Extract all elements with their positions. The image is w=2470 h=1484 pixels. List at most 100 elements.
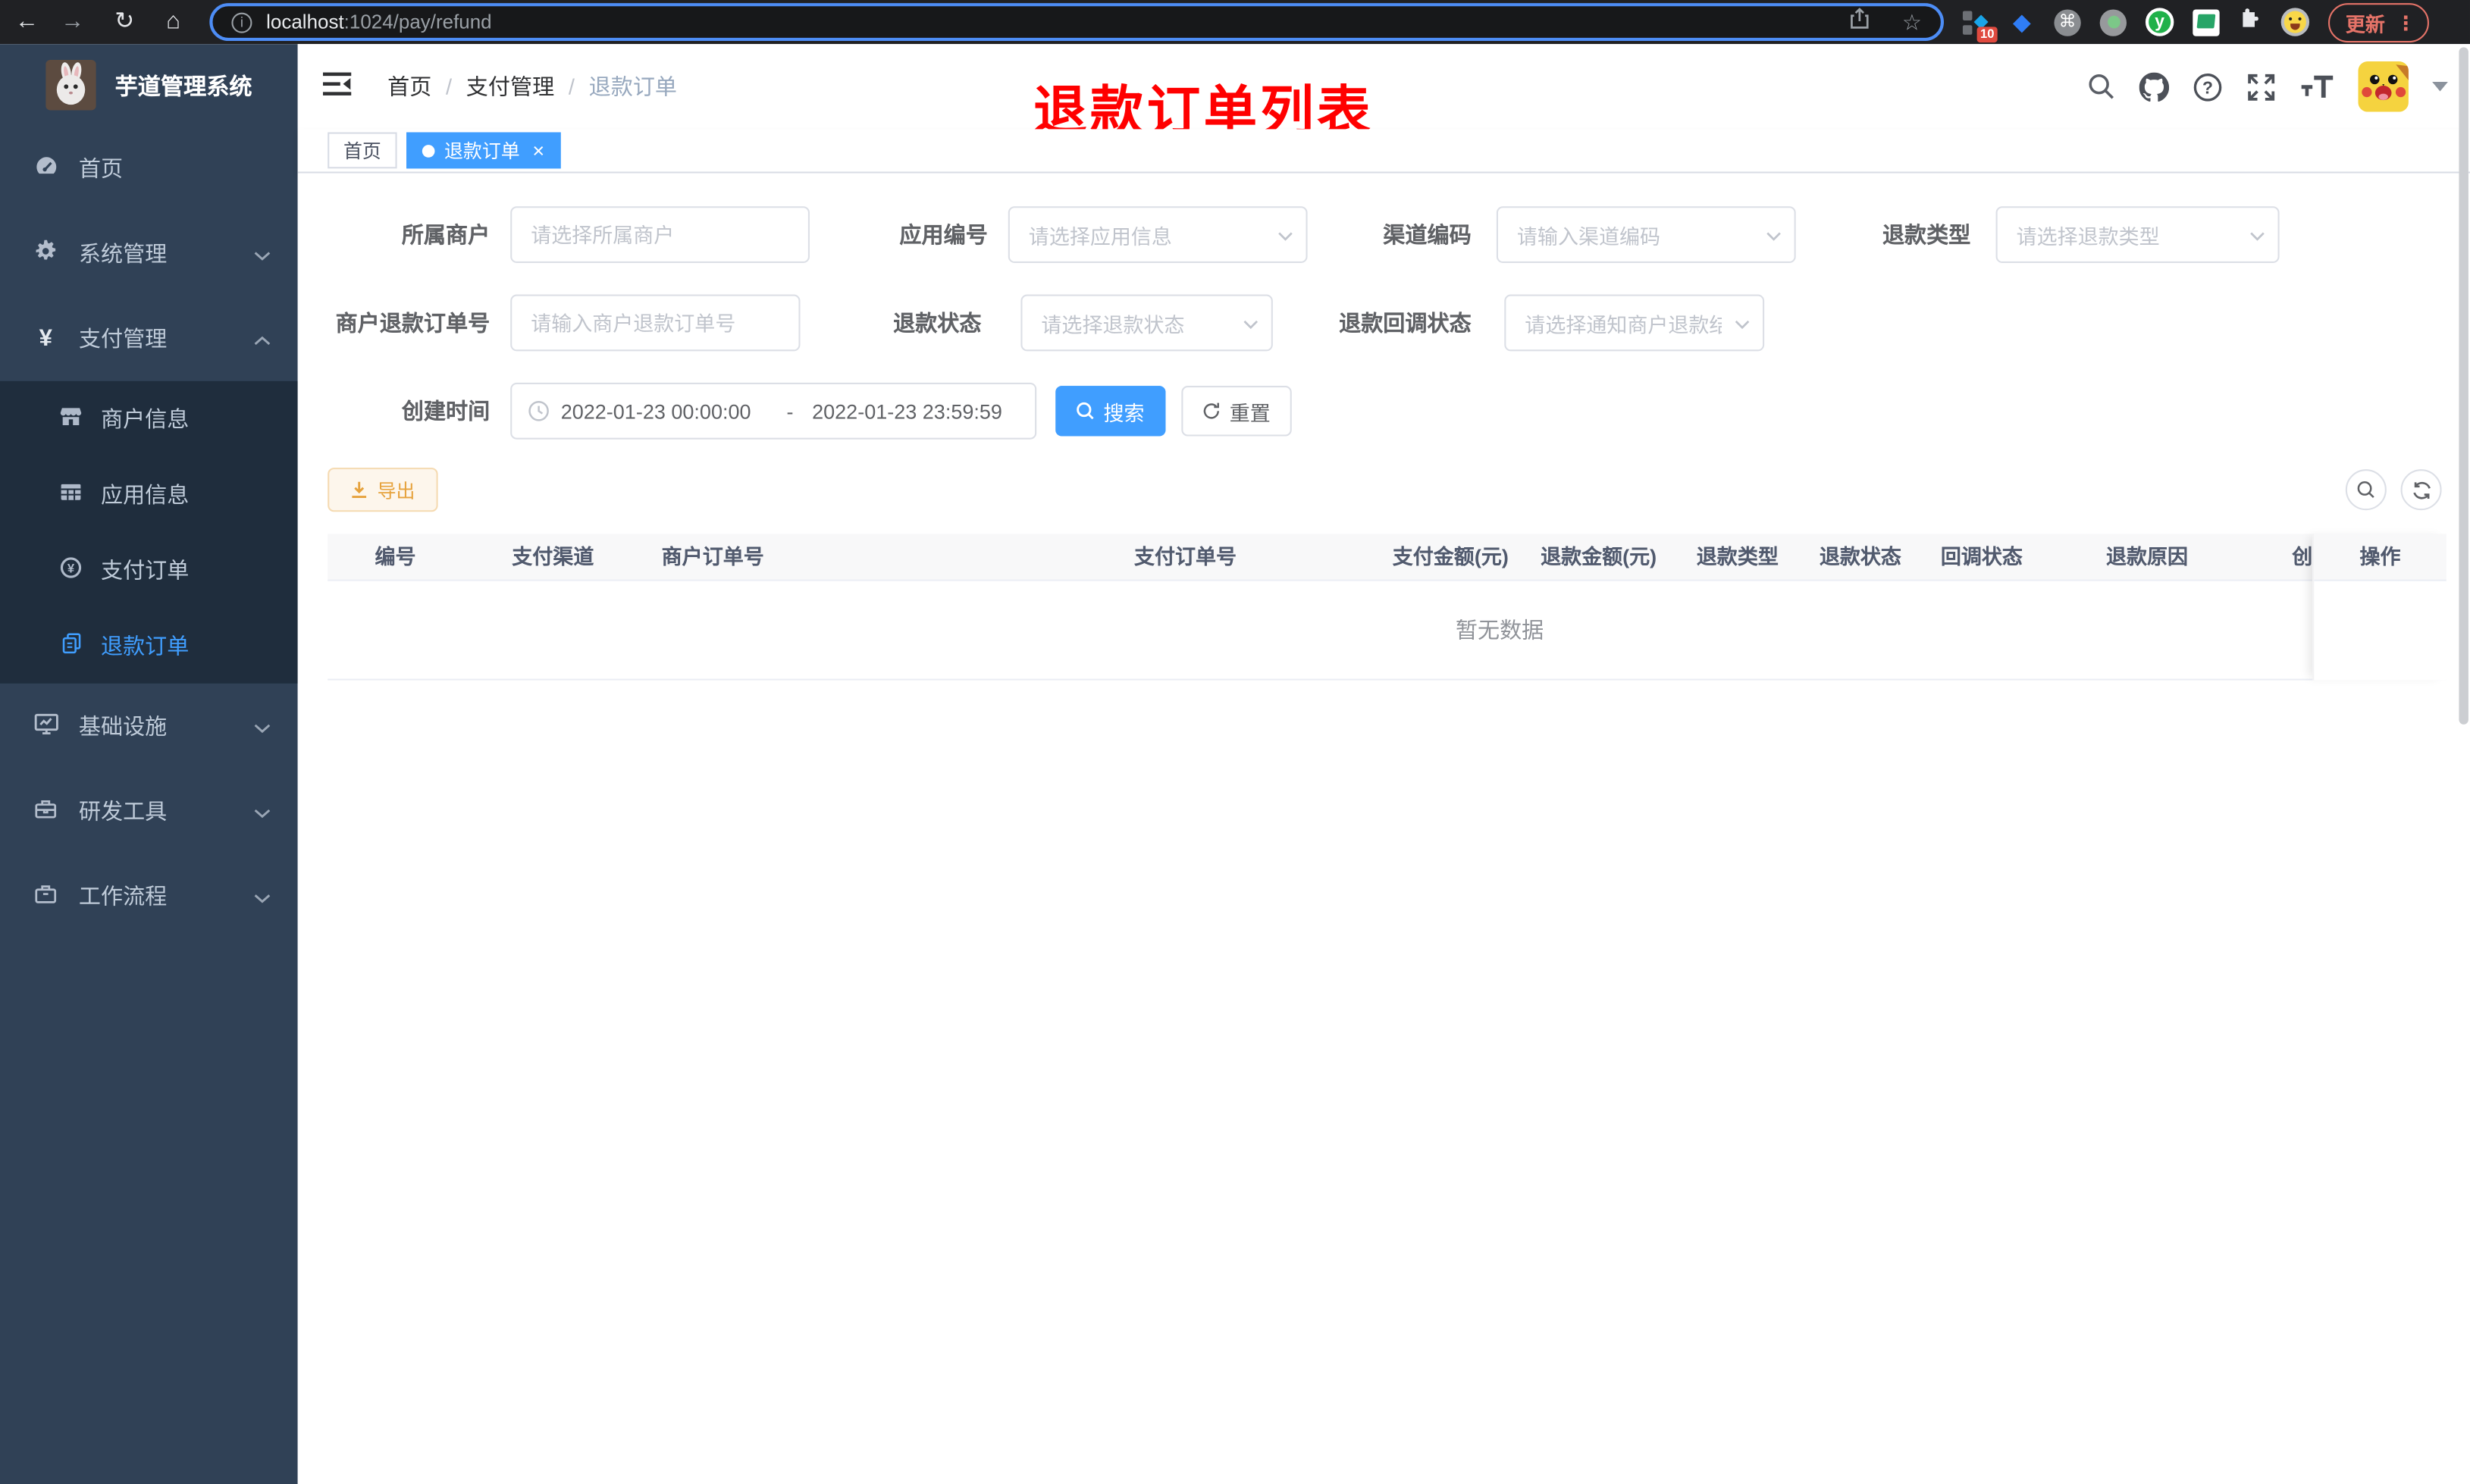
url-text: localhost:1024/pay/refund bbox=[266, 11, 492, 33]
col-merchant-order-no: 商户订单号 bbox=[661, 544, 764, 569]
address-bar[interactable]: i localhost:1024/pay/refund ☆ bbox=[209, 3, 1945, 42]
chevron-down-icon bbox=[2249, 221, 2265, 249]
reload-icon[interactable]: ↻ bbox=[104, 0, 145, 44]
filter-label-merchant: 所属商户 bbox=[401, 221, 491, 248]
create-time-range-input[interactable]: 2022-01-23 00:00:00 - 2022-01-23 23:59:5… bbox=[510, 382, 1037, 440]
sidebar-item-app-info[interactable]: 应用信息 bbox=[0, 457, 298, 533]
forward-icon[interactable]: → bbox=[52, 0, 93, 44]
breadcrumb: 首页 / 支付管理 / 退款订单 bbox=[387, 44, 677, 129]
date-start-value: 2022-01-23 00:00:00 bbox=[560, 399, 751, 423]
chevron-down-icon bbox=[254, 884, 271, 909]
briefcase-icon bbox=[32, 881, 60, 911]
show-search-toggle-button[interactable] bbox=[2345, 469, 2387, 511]
site-info-icon[interactable]: i bbox=[231, 11, 252, 33]
svg-text:¥: ¥ bbox=[67, 561, 75, 575]
filter-label-channel-code: 渠道编码 bbox=[1383, 221, 1472, 248]
filter-label-app-no: 应用编号 bbox=[899, 221, 988, 248]
sidebar-item-refund-order[interactable]: 退款订单 bbox=[0, 608, 298, 684]
app-title: 芋道管理系统 bbox=[114, 74, 252, 100]
callback-status-select[interactable]: 请选择通知商户退款结果的 bbox=[1504, 294, 1765, 352]
caret-down-icon[interactable] bbox=[2432, 82, 2448, 99]
scrollbar-thumb[interactable] bbox=[2459, 47, 2468, 725]
share-icon[interactable] bbox=[1850, 7, 1870, 36]
col-action: 操作 bbox=[2314, 534, 2446, 581]
home-icon[interactable]: ⌂ bbox=[153, 0, 194, 44]
logo-rabbit-image bbox=[45, 59, 96, 111]
refund-type-select[interactable]: 请选择退款类型 bbox=[1995, 206, 2280, 263]
breadcrumb-home[interactable]: 首页 bbox=[387, 71, 431, 103]
sidebar-item-pay-order[interactable]: ¥ 支付订单 bbox=[0, 532, 298, 608]
col-refund-status: 退款状态 bbox=[1819, 544, 1901, 569]
ext-badge: 10 bbox=[1976, 26, 1998, 42]
ext-command-icon[interactable]: ⌘ bbox=[2054, 8, 2081, 36]
search-icon[interactable] bbox=[2087, 73, 2115, 101]
yen-icon: ¥ bbox=[39, 325, 52, 352]
clock-icon bbox=[528, 400, 550, 422]
toolbox-icon bbox=[32, 796, 60, 825]
bookmark-star-icon[interactable]: ☆ bbox=[1902, 8, 1922, 35]
fixed-action-column: 操作 bbox=[2312, 534, 2446, 681]
puzzle-icon[interactable] bbox=[2239, 6, 2262, 38]
col-pay-order-no: 支付订单号 bbox=[1134, 544, 1237, 569]
ext-emoji-avatar[interactable] bbox=[2280, 8, 2310, 36]
empty-text: 暂无数据 bbox=[1455, 617, 1544, 643]
col-refund-amount: 退款金额(元) bbox=[1541, 544, 1657, 569]
main-content: 所属商户 应用编号 请选择应用信息 渠道编码 请输入渠道编码 退款类型 请选择退… bbox=[297, 173, 2470, 1484]
refresh-button[interactable] bbox=[2400, 469, 2442, 511]
filter-label-refund-status: 退款状态 bbox=[893, 310, 982, 336]
ext-chat-icon[interactable] bbox=[2193, 8, 2220, 36]
date-end-value: 2022-01-23 23:59:59 bbox=[812, 399, 1002, 423]
gear-icon bbox=[32, 239, 60, 268]
sidebar-item-devtools[interactable]: 研发工具 bbox=[0, 769, 298, 853]
tags-view-bar: 首页 退款订单 × bbox=[297, 129, 2470, 174]
filter-label-create-time: 创建时间 bbox=[401, 398, 491, 424]
collapse-sidebar-icon[interactable] bbox=[322, 71, 352, 106]
browser-toolbar: ← → ↻ ⌂ i localhost:1024/pay/refund ☆ ◆ … bbox=[0, 0, 2470, 45]
active-dot-icon bbox=[422, 144, 435, 157]
filter-label-merchant-refund-no: 商户退款订单号 bbox=[335, 310, 491, 336]
back-icon[interactable]: ← bbox=[6, 0, 47, 44]
tab-home[interactable]: 首页 bbox=[328, 132, 397, 169]
chevron-down-icon bbox=[254, 798, 271, 823]
chevron-down-icon bbox=[1734, 308, 1751, 337]
search-button[interactable]: 搜索 bbox=[1055, 386, 1166, 437]
font-size-icon[interactable] bbox=[2300, 73, 2335, 101]
sidebar-item-home[interactable]: 首页 bbox=[0, 126, 298, 211]
top-header: 首页 / 支付管理 / 退款订单 ? bbox=[297, 44, 2470, 130]
chevron-down-icon bbox=[254, 713, 271, 738]
col-callback-status: 回调状态 bbox=[1940, 544, 2023, 569]
github-icon[interactable] bbox=[2139, 71, 2170, 102]
store-icon bbox=[57, 404, 85, 434]
svg-text:?: ? bbox=[2202, 77, 2213, 97]
ext-devtools-icon[interactable]: ◆ 10 bbox=[1962, 8, 1998, 42]
export-button[interactable]: 导出 bbox=[328, 468, 438, 512]
ext-record-icon[interactable] bbox=[2099, 8, 2127, 36]
breadcrumb-section[interactable]: 支付管理 bbox=[466, 71, 554, 103]
refund-table: 编号 支付渠道 商户订单号 支付订单号 支付金额(元) 退款金额(元) 退款类型… bbox=[328, 534, 2446, 681]
update-button[interactable]: 更新 ⋮ bbox=[2327, 2, 2428, 42]
col-id: 编号 bbox=[375, 544, 416, 569]
ext-gem-icon[interactable]: ◆ bbox=[2008, 8, 2035, 35]
help-icon[interactable]: ? bbox=[2193, 72, 2222, 102]
sidebar-item-workflow[interactable]: 工作流程 bbox=[0, 853, 298, 938]
screen: ← → ↻ ⌂ i localhost:1024/pay/refund ☆ ◆ … bbox=[0, 0, 2470, 1484]
col-refund-reason: 退款原因 bbox=[2106, 544, 2189, 569]
tab-refund-order[interactable]: 退款订单 × bbox=[406, 132, 560, 169]
app-window: 芋道管理系统 首页 系统管理 ¥ 支付管理 商户信息 应用信息 ¥ 支付订单 退… bbox=[0, 44, 2470, 1484]
col-pay-channel: 支付渠道 bbox=[512, 544, 594, 569]
filter-label-refund-type: 退款类型 bbox=[1882, 221, 1971, 248]
filter-label-callback-status: 退款回调状态 bbox=[1339, 310, 1472, 336]
app-logo[interactable]: 芋道管理系统 bbox=[0, 44, 298, 126]
dashboard-icon bbox=[32, 153, 60, 185]
reset-button[interactable]: 重置 bbox=[1181, 386, 1292, 437]
kebab-menu-icon[interactable]: ⋮ bbox=[2396, 11, 2415, 34]
table-grid-icon bbox=[57, 480, 85, 509]
user-avatar[interactable] bbox=[2358, 61, 2409, 112]
ext-y-icon[interactable]: y bbox=[2145, 8, 2174, 36]
sidebar-item-infra[interactable]: 基础设施 bbox=[0, 684, 298, 769]
col-refund-type: 退款类型 bbox=[1696, 544, 1779, 569]
fullscreen-icon[interactable] bbox=[2246, 72, 2276, 102]
table-body: 暂无数据 bbox=[328, 581, 2446, 681]
extensions-area: ◆ 10 ◆ ⌘ y 更新 ⋮ bbox=[1962, 0, 2428, 44]
close-icon[interactable]: × bbox=[532, 140, 544, 161]
